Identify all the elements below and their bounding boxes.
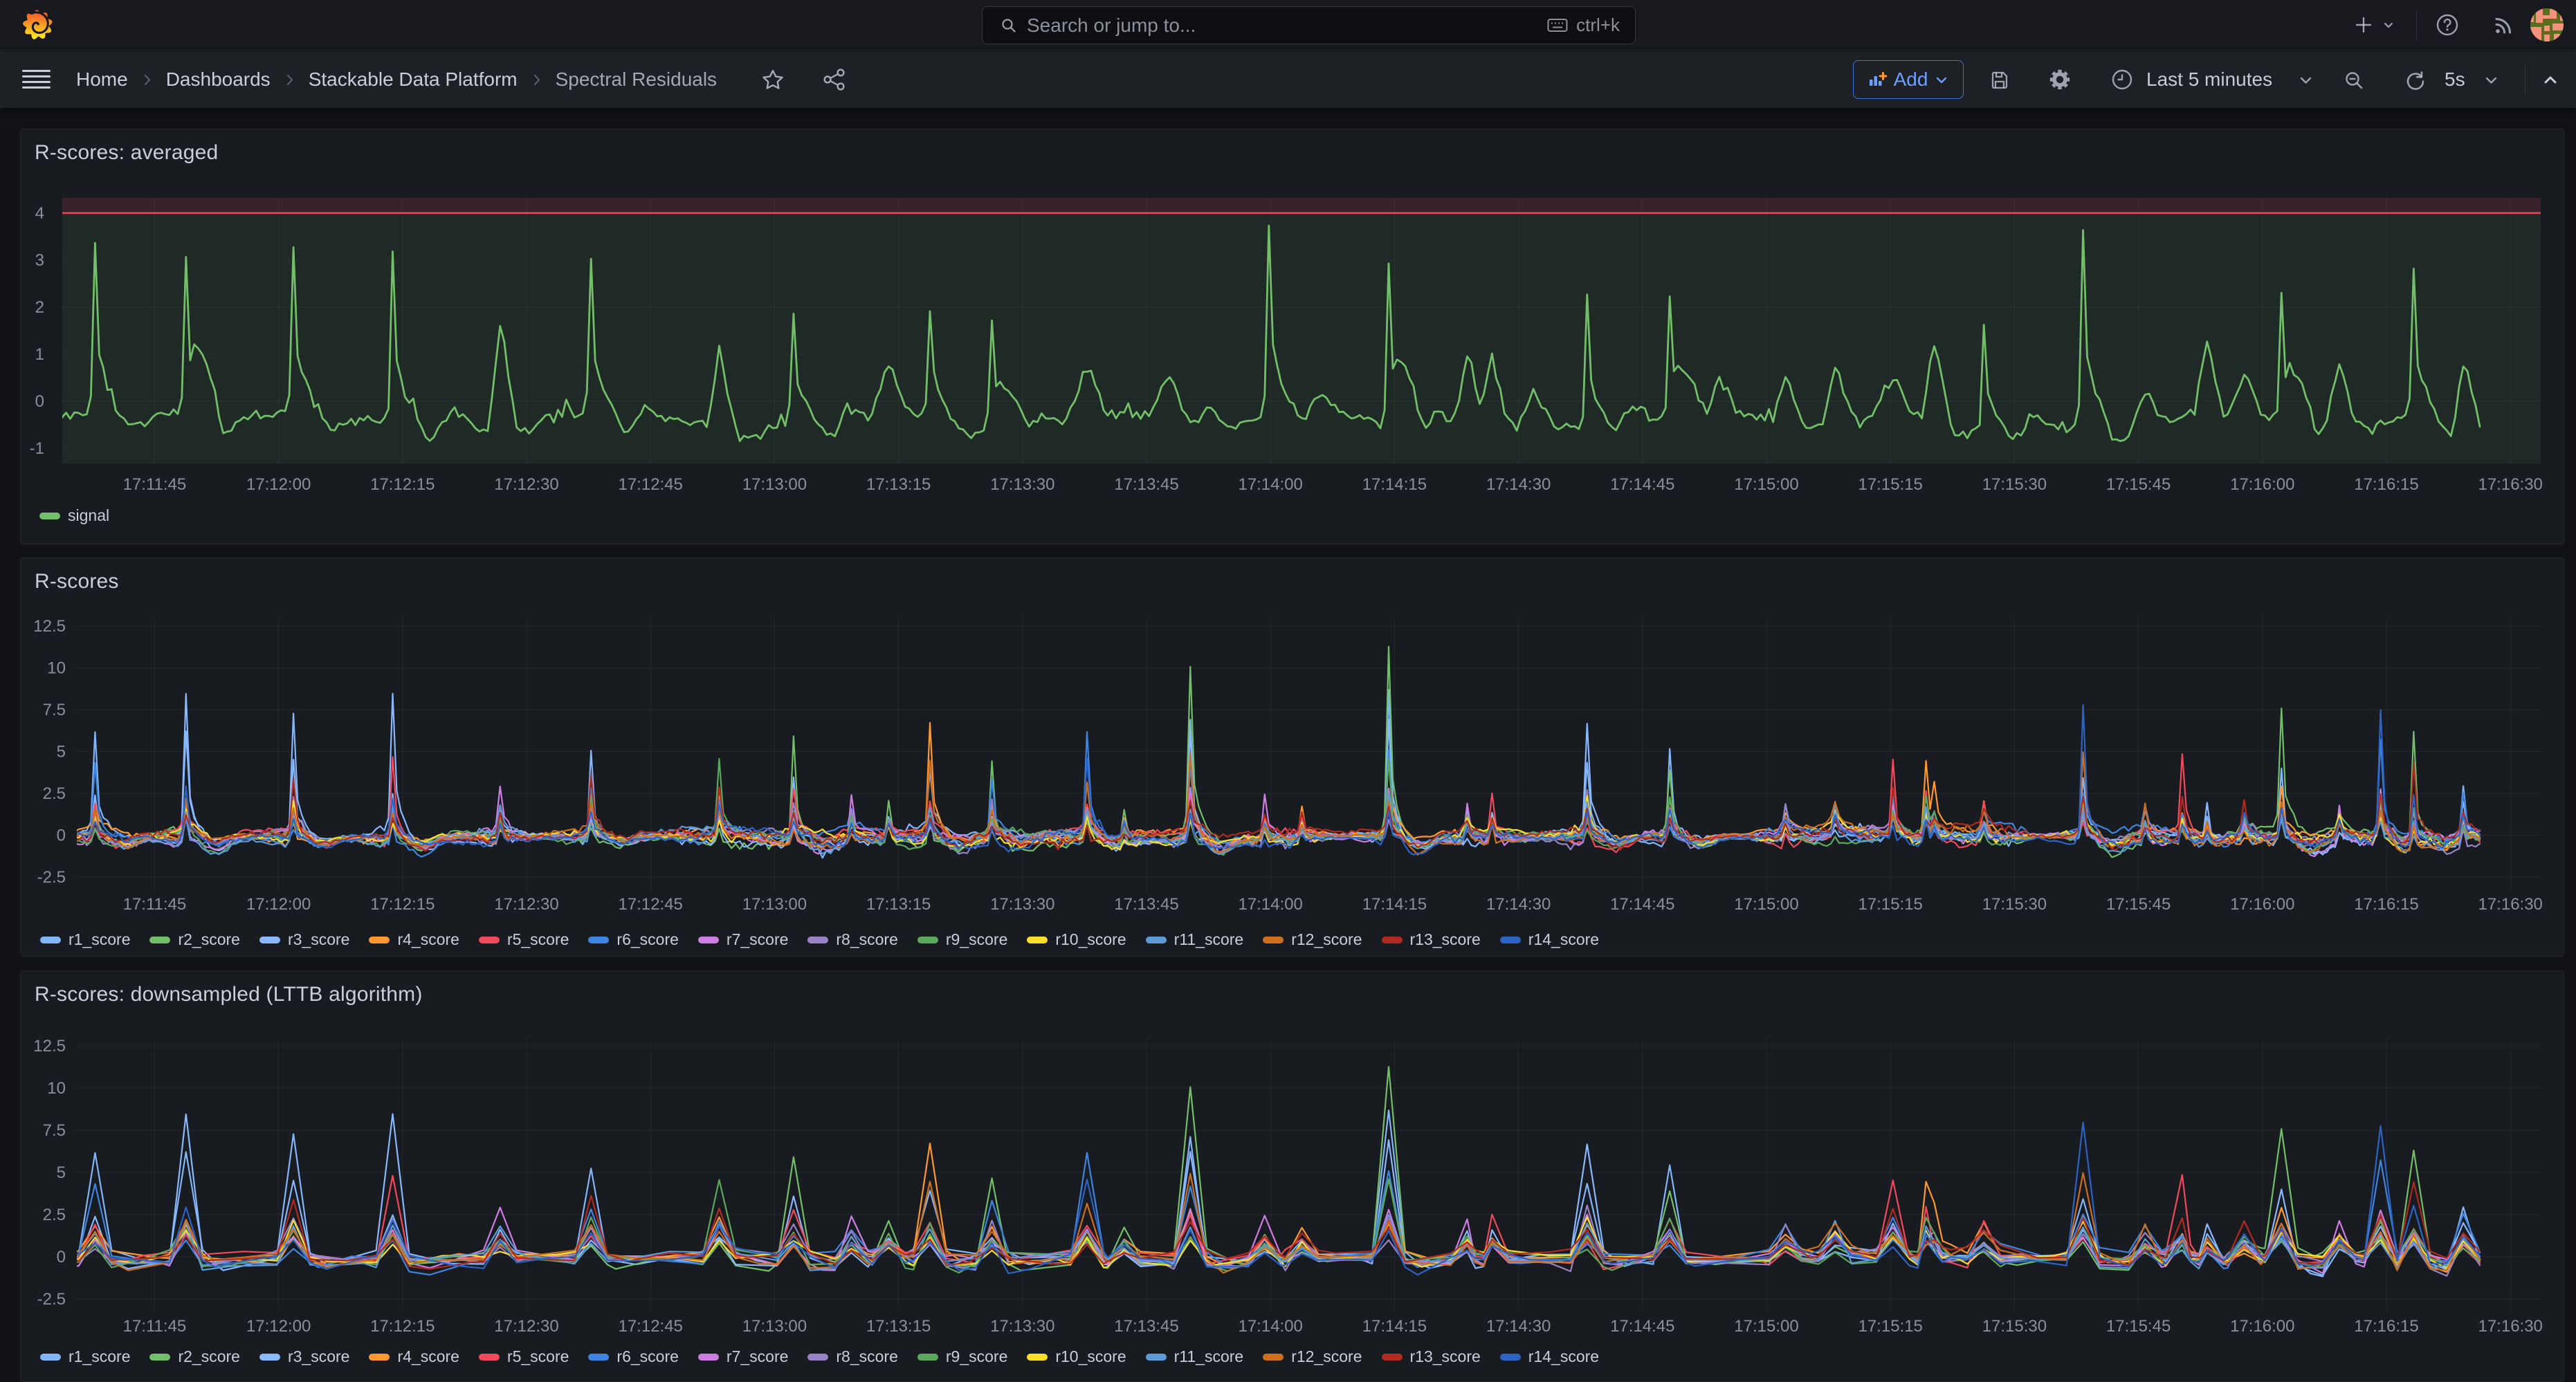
svg-text:3: 3 — [35, 251, 44, 270]
svg-text:17:15:45: 17:15:45 — [2106, 895, 2171, 914]
svg-text:10: 10 — [47, 1079, 66, 1098]
svg-text:17:16:00: 17:16:00 — [2230, 1317, 2294, 1336]
svg-text:12.5: 12.5 — [33, 617, 66, 636]
svg-text:17:16:00: 17:16:00 — [2230, 895, 2294, 914]
svg-text:17:14:00: 17:14:00 — [1238, 475, 1302, 494]
svg-text:17:11:45: 17:11:45 — [123, 1317, 187, 1336]
svg-text:17:11:45: 17:11:45 — [123, 895, 187, 914]
svg-text:17:13:00: 17:13:00 — [742, 895, 807, 914]
svg-text:17:15:00: 17:15:00 — [1734, 895, 1798, 914]
svg-text:17:16:15: 17:16:15 — [2354, 1317, 2418, 1336]
svg-text:12.5: 12.5 — [33, 1037, 66, 1056]
svg-text:-2.5: -2.5 — [37, 868, 66, 887]
svg-text:17:14:45: 17:14:45 — [1610, 475, 1674, 494]
svg-text:17:13:30: 17:13:30 — [990, 1317, 1054, 1336]
svg-text:17:15:00: 17:15:00 — [1734, 475, 1798, 494]
svg-text:17:16:15: 17:16:15 — [2354, 895, 2418, 914]
svg-text:7.5: 7.5 — [43, 701, 66, 719]
svg-text:17:12:30: 17:12:30 — [494, 1317, 558, 1336]
svg-text:17:13:00: 17:13:00 — [742, 1317, 807, 1336]
svg-text:17:14:15: 17:14:15 — [1362, 895, 1427, 914]
svg-text:0: 0 — [57, 827, 66, 845]
svg-text:2.5: 2.5 — [43, 784, 66, 803]
svg-text:17:14:15: 17:14:15 — [1362, 475, 1427, 494]
svg-text:17:14:30: 17:14:30 — [1486, 475, 1551, 494]
svg-text:4: 4 — [35, 204, 44, 223]
svg-text:17:12:15: 17:12:15 — [370, 1317, 435, 1336]
svg-text:17:16:00: 17:16:00 — [2230, 475, 2294, 494]
svg-text:17:15:15: 17:15:15 — [1858, 475, 1922, 494]
svg-text:17:14:00: 17:14:00 — [1238, 1317, 1302, 1336]
svg-text:17:13:15: 17:13:15 — [866, 1317, 931, 1336]
svg-text:17:15:30: 17:15:30 — [1982, 895, 2047, 914]
svg-text:17:12:30: 17:12:30 — [494, 895, 558, 914]
svg-text:0: 0 — [57, 1248, 66, 1266]
svg-text:17:14:00: 17:14:00 — [1238, 895, 1302, 914]
svg-text:2: 2 — [35, 298, 44, 317]
svg-text:10: 10 — [47, 659, 66, 678]
svg-text:17:15:30: 17:15:30 — [1982, 1317, 2047, 1336]
svg-text:17:15:45: 17:15:45 — [2106, 475, 2171, 494]
svg-text:17:14:30: 17:14:30 — [1486, 895, 1551, 914]
svg-text:17:13:30: 17:13:30 — [990, 475, 1054, 494]
svg-text:-1: -1 — [30, 439, 44, 458]
svg-text:17:12:30: 17:12:30 — [494, 475, 558, 494]
svg-text:17:13:15: 17:13:15 — [866, 475, 931, 494]
svg-text:7.5: 7.5 — [43, 1121, 66, 1140]
svg-text:17:15:15: 17:15:15 — [1858, 895, 1922, 914]
svg-text:-2.5: -2.5 — [37, 1290, 66, 1309]
svg-text:17:16:30: 17:16:30 — [2478, 895, 2542, 914]
svg-text:17:12:45: 17:12:45 — [618, 895, 682, 914]
svg-text:17:13:45: 17:13:45 — [1114, 475, 1178, 494]
svg-text:17:12:00: 17:12:00 — [246, 1317, 311, 1336]
svg-text:17:12:45: 17:12:45 — [618, 475, 682, 494]
svg-text:17:16:15: 17:16:15 — [2354, 475, 2418, 494]
svg-text:17:16:30: 17:16:30 — [2478, 1317, 2542, 1336]
svg-text:17:15:15: 17:15:15 — [1858, 1317, 1922, 1336]
svg-text:17:13:30: 17:13:30 — [990, 895, 1054, 914]
svg-text:17:15:30: 17:15:30 — [1982, 475, 2047, 494]
svg-text:17:12:00: 17:12:00 — [246, 475, 311, 494]
svg-text:17:14:30: 17:14:30 — [1486, 1317, 1551, 1336]
svg-text:17:15:45: 17:15:45 — [2106, 1317, 2171, 1336]
svg-text:17:14:45: 17:14:45 — [1610, 1317, 1674, 1336]
svg-text:2.5: 2.5 — [43, 1206, 66, 1224]
svg-text:17:14:45: 17:14:45 — [1610, 895, 1674, 914]
svg-text:17:13:00: 17:13:00 — [742, 475, 807, 494]
svg-text:0: 0 — [35, 392, 44, 411]
svg-text:17:12:15: 17:12:15 — [370, 475, 435, 494]
svg-text:1: 1 — [35, 345, 44, 364]
svg-text:5: 5 — [57, 1163, 66, 1182]
svg-text:17:15:00: 17:15:00 — [1734, 1317, 1798, 1336]
svg-text:17:11:45: 17:11:45 — [123, 475, 187, 494]
svg-text:17:14:15: 17:14:15 — [1362, 1317, 1427, 1336]
svg-text:17:13:15: 17:13:15 — [866, 895, 931, 914]
svg-text:17:13:45: 17:13:45 — [1114, 1317, 1178, 1336]
svg-text:17:12:15: 17:12:15 — [370, 895, 435, 914]
svg-text:5: 5 — [57, 743, 66, 762]
svg-text:17:13:45: 17:13:45 — [1114, 895, 1178, 914]
svg-text:17:16:30: 17:16:30 — [2478, 475, 2542, 494]
svg-text:17:12:00: 17:12:00 — [246, 895, 311, 914]
svg-text:17:12:45: 17:12:45 — [618, 1317, 682, 1336]
